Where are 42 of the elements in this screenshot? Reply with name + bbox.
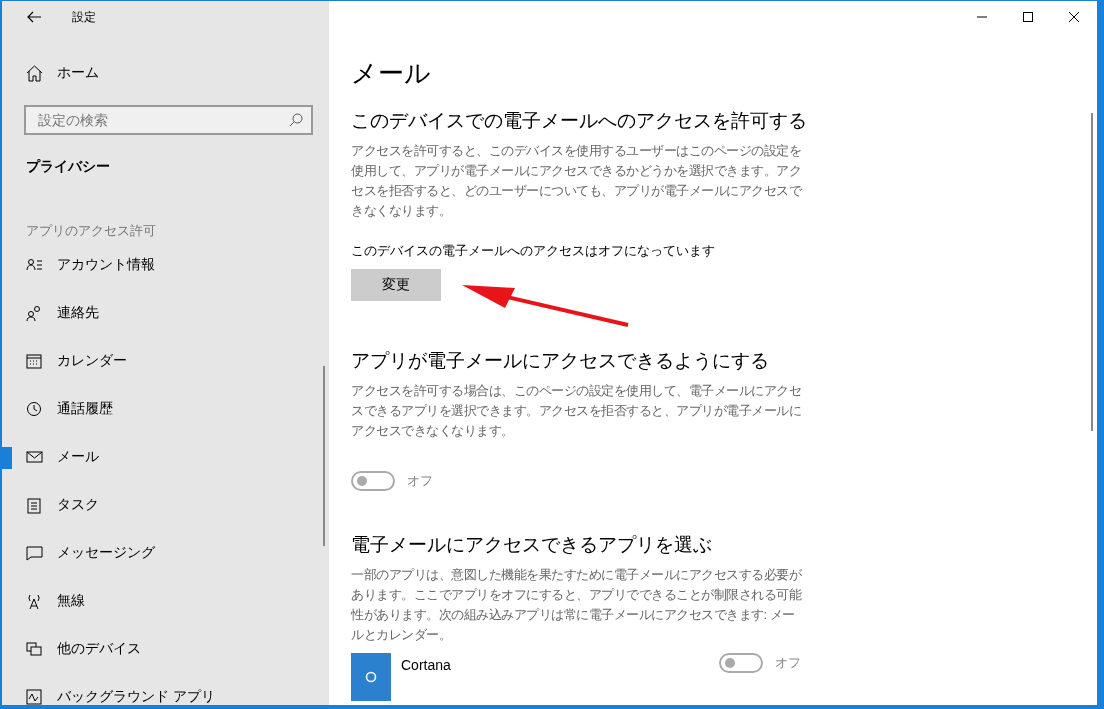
sidebar-item-icon	[26, 496, 43, 514]
category-heading: プライバシー	[26, 157, 111, 176]
section-heading: このデバイスでの電子メールへのアクセスを許可する	[351, 109, 808, 133]
sidebar-item[interactable]: カレンダー	[2, 337, 329, 385]
toggle-state-label: オフ	[775, 654, 801, 672]
window-title: 設定	[72, 8, 96, 26]
sidebar-item[interactable]: バックグラウンド アプリ	[2, 673, 329, 709]
sidebar-item[interactable]: 通話履歴	[2, 385, 329, 433]
back-arrow-icon[interactable]	[26, 9, 42, 25]
app-name: Cortana	[401, 656, 452, 675]
sidebar-item-icon	[26, 688, 43, 706]
sidebar-item-icon	[26, 448, 43, 466]
search-icon	[289, 113, 303, 127]
sidebar-item[interactable]: メール	[2, 433, 329, 481]
section-description: 一部のアプリは、意図した機能を果たすために電子メールにアクセスする必要があります。ここでアプリをオフにすると、アプリでできることが制限される可能性があります。次の組み込みアプリは常に電子メールにアクセスできます: メールとカレンダー。	[351, 566, 803, 644]
home-link[interactable]: ホーム	[2, 49, 329, 97]
house-icon	[26, 64, 43, 82]
change-button[interactable]: 変更	[351, 269, 441, 301]
group-label: アプリのアクセス許可	[26, 222, 157, 240]
section-heading: アプリが電子メールにアクセスできるようにする	[351, 349, 770, 373]
section-description: アクセスを許可する場合は、このページの設定を使用して、電子メールにアクセスできるアプリを選択できます。アクセスを拒否すると、アプリが電子メールにアクセスできなくなります。	[351, 382, 802, 440]
sidebar-item[interactable]: メッセージング	[2, 529, 329, 577]
status-text: このデバイスの電子メールへのアクセスはオフになっています	[351, 242, 716, 260]
sidebar-item-icon	[26, 304, 43, 322]
sidebar-item-icon	[26, 352, 43, 370]
sidebar-item-icon	[26, 640, 43, 658]
page-title: メール	[351, 57, 432, 90]
sidebar-item[interactable]: タスク	[2, 481, 329, 529]
sidebar-item[interactable]: アカウント情報	[2, 241, 329, 289]
sidebar-item[interactable]: 他のデバイス	[2, 625, 329, 673]
scrollbar[interactable]	[323, 366, 325, 546]
toggle-state-label: オフ	[407, 472, 433, 490]
search-field[interactable]: 設定の検索	[24, 105, 313, 135]
app-tile-icon	[351, 653, 391, 701]
section-description: アクセスを許可すると、このデバイスを使用するユーザーはこのページの設定を使用して、アプリが電子メールにアクセスできるかどうかを選択できます。アクセスを拒否すると、どのユーザーについても、アプリが電子メールにアクセスできなくなります。	[351, 142, 803, 220]
sidebar-item[interactable]: 無線	[2, 577, 329, 625]
sidebar-item-icon	[26, 592, 43, 610]
scrollbar[interactable]	[1091, 113, 1093, 431]
sidebar-item-icon	[26, 544, 43, 562]
sidebar-item[interactable]: 連絡先	[2, 289, 329, 337]
sidebar-item-icon	[26, 400, 43, 418]
section-heading: 電子メールにアクセスできるアプリを選ぶ	[351, 533, 713, 557]
